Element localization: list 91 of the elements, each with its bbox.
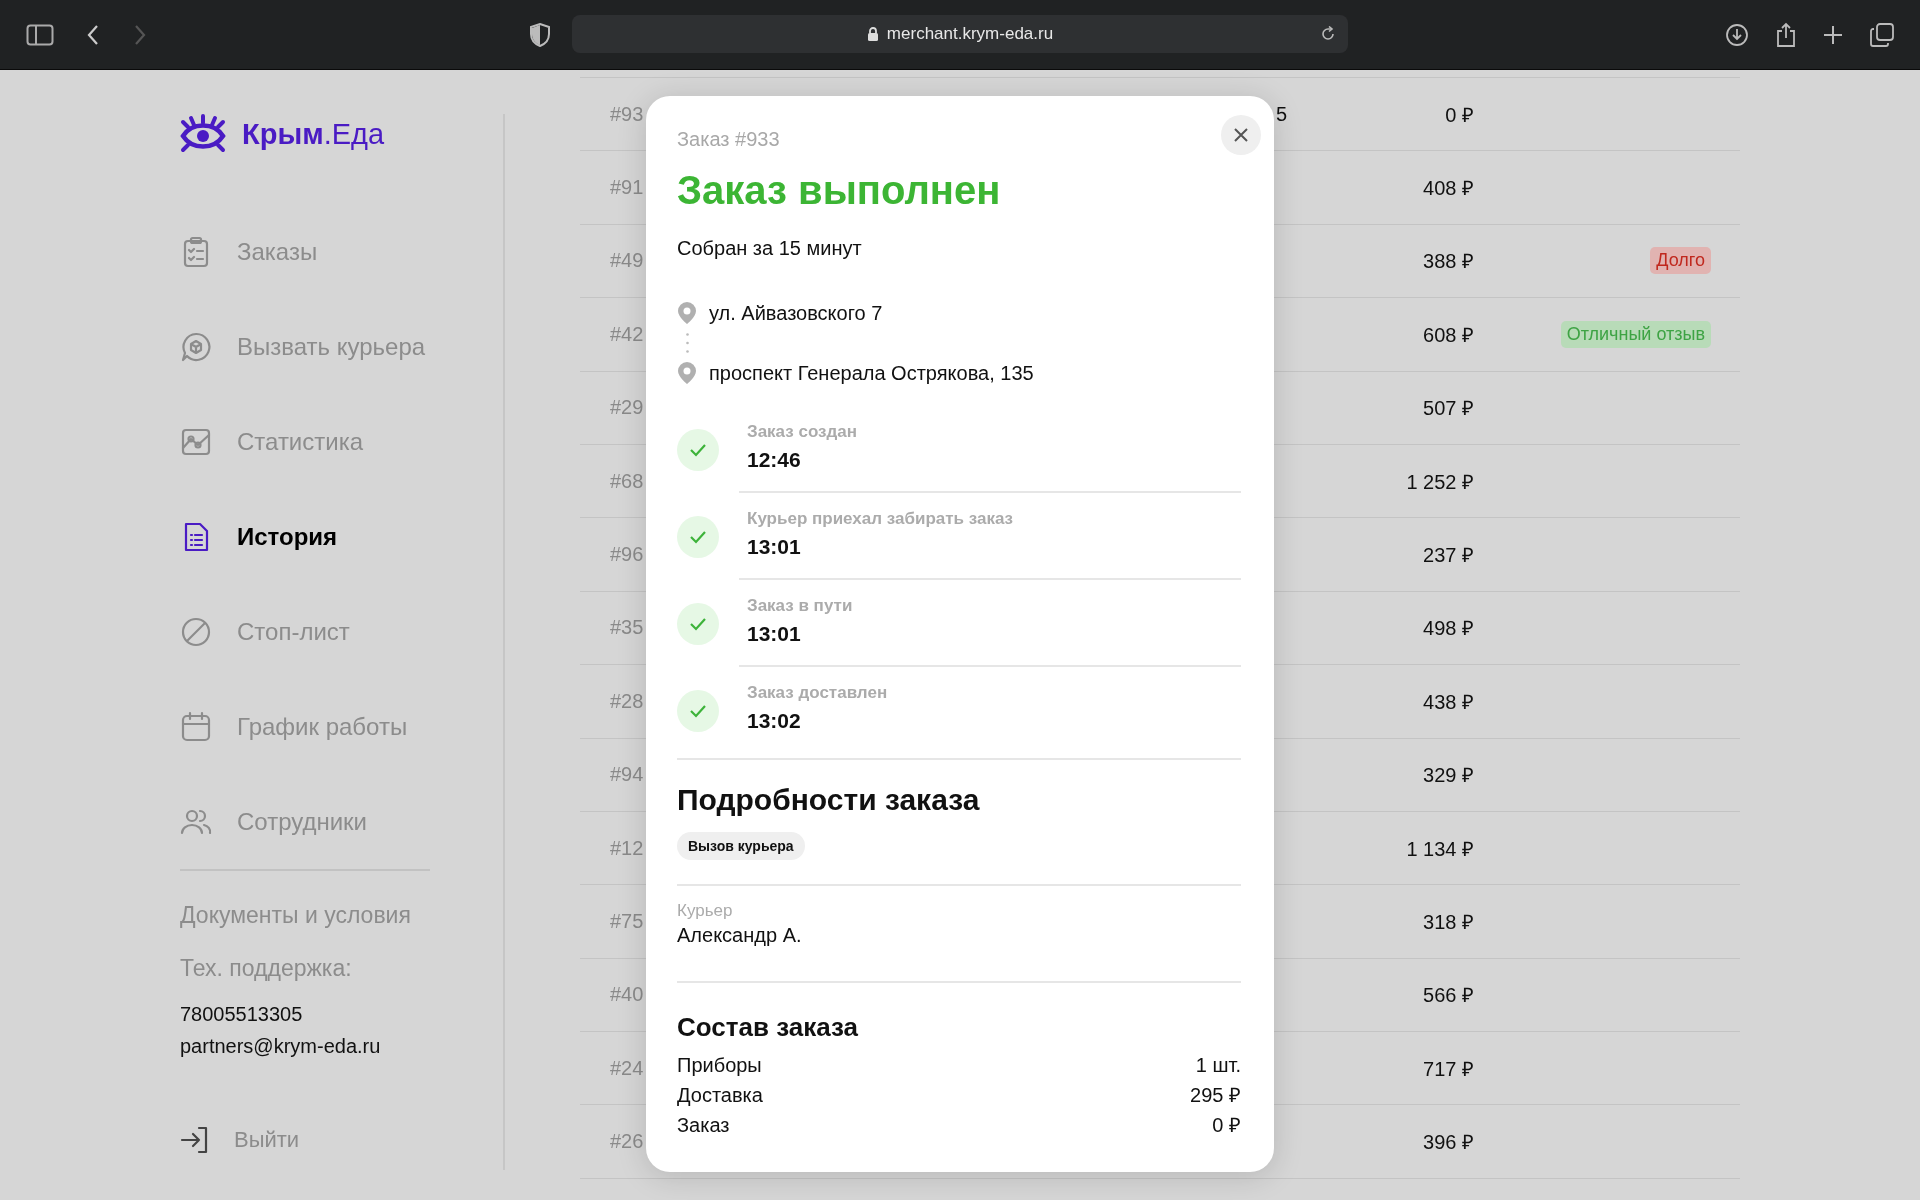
order-amount: 1 134 ₽	[1406, 837, 1474, 860]
order-number: #68	[610, 469, 644, 493]
step-label: Заказ создан	[747, 422, 859, 442]
section-title: Подробности заказа	[677, 782, 981, 818]
nav-item[interactable]: Стоп-лист	[180, 584, 426, 679]
order-number: #93	[610, 102, 644, 126]
order-number: #96	[610, 543, 644, 567]
brand-name: Крым.Еда	[242, 117, 385, 151]
sidebar-toggle-icon[interactable]	[26, 23, 54, 46]
order-number: #12	[610, 836, 644, 860]
tabs-icon[interactable]	[1870, 22, 1894, 47]
address: проспект Генерала Острякова, 135	[709, 361, 1034, 386]
order-number: #94	[610, 763, 644, 787]
order-amount: 237 ₽	[1423, 544, 1474, 567]
nav-item[interactable]: Статистика	[180, 394, 426, 489]
order-number: #26	[610, 1130, 644, 1154]
section-title: Состав заказа	[677, 1011, 860, 1044]
back-icon[interactable]	[86, 23, 100, 46]
item-name: Приборы	[677, 1053, 762, 1078]
order-number: #24	[610, 1056, 644, 1080]
status-tag: Долго	[1650, 247, 1711, 275]
chat-cube-icon	[180, 330, 212, 363]
download-icon[interactable]	[1725, 22, 1749, 47]
nav-item[interactable]: Сотрудники	[180, 774, 426, 869]
logout-button[interactable]: Выйти	[180, 1124, 300, 1156]
table-cell: 5	[1275, 102, 1287, 125]
order-number: #91	[610, 176, 644, 200]
order-number: #40	[610, 983, 644, 1007]
status-tag: Отличный отзыв	[1560, 320, 1711, 348]
step-label: Заказ в пути	[747, 596, 854, 616]
courier-label: Курьер	[677, 901, 734, 921]
order-amount: 0 ₽	[1445, 103, 1474, 126]
support-email: partners@krym-eda.ru	[180, 1034, 381, 1059]
logout-icon	[180, 1126, 210, 1154]
step-time: 13:01	[747, 534, 802, 560]
step-time: 12:46	[747, 447, 802, 473]
order-amount: 388 ₽	[1423, 250, 1474, 273]
order-number: #49	[610, 249, 644, 273]
reload-icon[interactable]	[1320, 26, 1336, 42]
item-value: 295 ₽	[1190, 1083, 1241, 1108]
route-dots-icon	[686, 333, 689, 353]
address-bar[interactable]: merchant.krym-eda.ru	[572, 15, 1348, 53]
eye-logo-icon	[180, 114, 226, 154]
order-number: #75	[610, 910, 644, 933]
address: ул. Айвазовского 7	[709, 301, 883, 326]
order-amount: 507 ₽	[1423, 397, 1474, 420]
nav-item[interactable]: Заказы	[180, 204, 426, 299]
shield-icon[interactable]	[530, 22, 550, 47]
order-status: Заказ выполнен	[677, 167, 1002, 214]
order-number: #42	[610, 322, 644, 346]
order-amount: 318 ₽	[1423, 911, 1474, 933]
step-label: Курьер приехал забирать заказ	[747, 509, 1015, 529]
close-icon	[1233, 127, 1249, 143]
order-amount: 608 ₽	[1423, 323, 1474, 346]
order-amount: 396 ₽	[1423, 1131, 1474, 1154]
order-number: Заказ #933	[677, 127, 781, 152]
nav-item[interactable]: История	[180, 489, 426, 584]
order-amount: 1 252 ₽	[1406, 470, 1474, 493]
order-amount: 498 ₽	[1423, 617, 1474, 640]
item-name: Заказ	[677, 1113, 730, 1138]
prohibited-icon	[180, 615, 212, 648]
courier-name: Александр А.	[677, 923, 803, 948]
new-tab-icon[interactable]	[1823, 24, 1843, 45]
step-label: Заказ доставлен	[747, 683, 889, 703]
lock-icon	[866, 26, 879, 42]
order-amount: 566 ₽	[1423, 984, 1474, 1007]
order-amount: 329 ₽	[1423, 764, 1474, 787]
order-number: #28	[610, 689, 644, 713]
step-time: 13:02	[747, 708, 802, 734]
phone-number: 78005513305	[180, 1002, 303, 1027]
step-time: 13:01	[747, 621, 802, 647]
support-label: Тех. поддержка:	[180, 954, 352, 982]
item-name: Доставка	[677, 1083, 763, 1108]
item-value: 0 ₽	[1212, 1113, 1241, 1138]
calendar-icon	[180, 710, 212, 743]
order-number: #35	[610, 616, 644, 640]
item-value: 1 шт.	[1195, 1053, 1241, 1078]
order-amount: 438 ₽	[1423, 690, 1474, 713]
order-amount: 717 ₽	[1423, 1057, 1474, 1080]
order-number: #29	[610, 396, 644, 420]
url-text: merchant.krym-eda.ru	[886, 24, 1054, 44]
nav-item[interactable]: График работы	[180, 679, 426, 774]
location-pin-icon	[677, 361, 697, 385]
order-type-chip: Вызов курьера	[677, 832, 805, 860]
order-amount: 408 ₽	[1423, 177, 1474, 200]
nav-item[interactable]: Вызвать курьера	[180, 299, 426, 394]
assembly-time: Собран за 15 минут	[677, 236, 863, 261]
close-button[interactable]	[1221, 115, 1261, 155]
documents-link[interactable]: Документы и условия	[180, 901, 411, 929]
location-pin-icon	[677, 301, 697, 325]
share-icon[interactable]	[1775, 21, 1797, 48]
